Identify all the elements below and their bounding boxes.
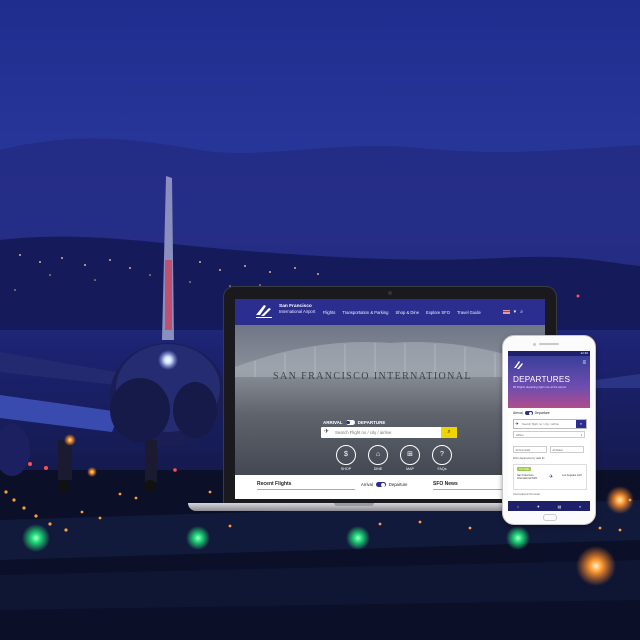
arrival-departure-toggle[interactable]: ARRIVAL DEPARTURE: [323, 420, 385, 425]
quick-link-faqs[interactable]: ? FAQs: [431, 445, 453, 471]
phone-search-bar: ✈ ⌕: [513, 419, 587, 429]
phone-device: 12:30 ≡ DEPARTURES 83 Flights departing …: [503, 336, 595, 524]
filter-text: Filter departures by date ID: [513, 457, 545, 460]
quick-link-label: DINE: [373, 467, 383, 471]
nav-flights[interactable]: Flights: [323, 310, 335, 315]
divider: [433, 489, 511, 490]
terminal-select-value: All Terminals: [515, 449, 531, 452]
quick-links: $ SHOP ⌂ DINE ⊞ MAP ? FAQs: [335, 445, 453, 471]
home-tab-icon[interactable]: ⌂: [517, 504, 519, 509]
flight-card[interactable]: ON TIME San Francisco International SFO …: [513, 464, 587, 490]
map-icon: ⊞: [400, 445, 420, 465]
nav-transportation-parking[interactable]: Transportation & Parking: [342, 310, 388, 315]
flight-search-bar: ✈ ⌕: [321, 427, 457, 438]
recent-flights-heading: Recent Flights: [257, 481, 292, 487]
terminal-footnote: International Terminal: [513, 491, 585, 498]
airport-logo-icon[interactable]: [513, 360, 525, 370]
phone-screen: 12:30 ≡ DEPARTURES 83 Flights departing …: [508, 351, 590, 511]
language-flag-icon[interactable]: [502, 309, 510, 315]
date-select-value: All Dates: [552, 449, 563, 452]
nav-explore-sfo[interactable]: Explore SFO: [426, 310, 450, 315]
departures-hero: ≡ DEPARTURES 83 Flights departing right …: [508, 356, 590, 408]
home-button[interactable]: [543, 514, 557, 521]
chevron-down-icon[interactable]: ▾: [514, 309, 517, 315]
quick-link-label: FAQs: [437, 467, 447, 471]
plane-icon: ✈: [324, 429, 330, 435]
flight-search-input[interactable]: [335, 429, 435, 436]
phone-arrival-label[interactable]: Arrival: [513, 411, 523, 415]
hero-banner: SAN FRANCISCO INTERNATIONAL ARRIVAL DEPA…: [235, 325, 545, 475]
content-section: Recent Flights Arrival Departure SFO New…: [235, 475, 545, 499]
laptop-notch: [334, 503, 374, 506]
filter-row: All Terminals All Dates: [513, 446, 584, 453]
toggle-arrival-label[interactable]: ARRIVAL: [323, 420, 343, 425]
sfo-news-heading: SFO News: [433, 481, 458, 487]
toggle-switch[interactable]: [345, 420, 355, 425]
nav-shop-dine[interactable]: Shop & Dine: [396, 310, 420, 315]
hamburger-menu-icon[interactable]: ≡: [582, 360, 586, 366]
phone-speaker: [539, 343, 559, 345]
faq-icon: ?: [432, 445, 452, 465]
divider: [257, 489, 355, 490]
terminal-select[interactable]: All Terminals: [513, 446, 547, 453]
phone-search-input[interactable]: [522, 421, 574, 427]
toggle-departure-label[interactable]: DEPARTURE: [358, 420, 386, 425]
quick-link-dine[interactable]: ⌂ DINE: [367, 445, 389, 471]
quick-link-label: SHOP: [340, 467, 352, 471]
hero-title: SAN FRANCISCO INTERNATIONAL: [273, 371, 472, 382]
phone-departure-label[interactable]: Departure: [535, 411, 550, 415]
plane-icon: ✈: [515, 421, 519, 426]
search-icon[interactable]: ⌕: [520, 309, 523, 315]
site-header: San Francisco International Airport Flig…: [235, 299, 545, 325]
recent-arrival-label[interactable]: Arrival: [361, 482, 373, 487]
phone-camera: [533, 342, 536, 346]
flight-destination: Los Angeles LAX: [562, 474, 582, 477]
plane-icon: ✈: [549, 474, 554, 480]
departures-title: DEPARTURES: [513, 375, 571, 384]
map-tab-icon[interactable]: ▤: [558, 504, 562, 509]
dollar-icon: $: [336, 445, 356, 465]
search-tab-icon[interactable]: ⌕: [579, 504, 581, 509]
airport-logo-icon[interactable]: [255, 303, 273, 319]
flight-origin: San Francisco International SFO: [517, 474, 538, 481]
logo-line2: International Airport: [279, 309, 316, 314]
chevron-down-icon: ▾: [580, 433, 582, 437]
header-icons: ▾ ⌕: [502, 309, 523, 315]
quick-link-map[interactable]: ⊞ MAP: [399, 445, 421, 471]
quick-link-label: MAP: [406, 467, 414, 471]
phone-search-button[interactable]: ⌕: [576, 420, 586, 428]
airline-select[interactable]: Airline ▾: [513, 431, 585, 438]
status-badge: ON TIME: [517, 467, 531, 471]
departures-subtitle: 83 Flights departing right now at the ai…: [513, 385, 567, 389]
recent-flights-toggle[interactable]: Arrival Departure: [361, 482, 408, 487]
recent-toggle-switch[interactable]: [375, 482, 386, 487]
dine-icon: ⌂: [368, 445, 388, 465]
main-nav: Flights Transportation & Parking Shop & …: [323, 310, 481, 315]
date-select[interactable]: All Dates: [550, 446, 584, 453]
nav-travel-guide[interactable]: Travel Guide: [457, 310, 481, 315]
bottom-tab-bar: ⌂ ✈ ▤ ⌕: [508, 501, 590, 511]
recent-departure-label[interactable]: Departure: [389, 482, 408, 487]
flights-tab-icon[interactable]: ✈: [537, 504, 540, 509]
quick-link-shop[interactable]: $ SHOP: [335, 445, 357, 471]
laptop-screen: San Francisco International Airport Flig…: [235, 299, 545, 499]
phone-arrival-departure-toggle[interactable]: Arrival Departure: [513, 411, 550, 415]
search-submit-button[interactable]: ⌕: [441, 427, 457, 438]
logo-text[interactable]: San Francisco International Airport: [279, 304, 315, 314]
phone-toggle-switch[interactable]: [524, 411, 533, 415]
airline-select-value: Airline: [516, 433, 524, 437]
laptop-camera: [388, 291, 392, 295]
